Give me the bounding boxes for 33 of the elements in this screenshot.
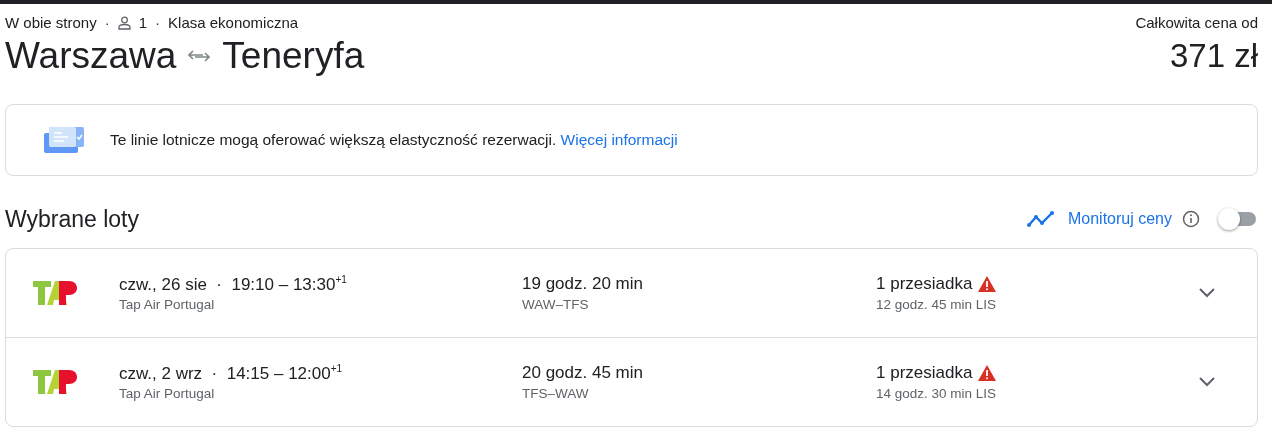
info-text: Te linie lotnicze mogą oferować większą elastyczność rezerwacji. Więcej informacji — [110, 131, 678, 149]
flight-duration: 19 godz. 20 min — [522, 274, 643, 294]
flight-times: czw., 26 sie · 19:10 – 13:30$^{+1}$ — [119, 273, 347, 295]
airline-name: Tap Air Portugal — [119, 386, 215, 402]
passenger-count: 1 — [138, 14, 148, 31]
person-icon — [117, 15, 131, 30]
separator-dot: · — [104, 14, 110, 31]
cabin-class: Klasa ekonomiczna — [168, 14, 299, 31]
track-prices-button[interactable]: Monitoruj ceny — [1026, 210, 1172, 228]
airport-route: WAW–TFS — [522, 297, 589, 312]
airport-route: TFS–WAW — [522, 386, 589, 401]
destination-city: Teneryfa — [222, 35, 365, 77]
more-info-link[interactable]: Więcej informacji — [560, 131, 678, 148]
airline-logo — [33, 370, 77, 394]
trend-line-icon — [1026, 211, 1055, 227]
swap-arrows-icon — [188, 49, 211, 63]
layover-info: 12 godz. 45 min LIS — [876, 297, 997, 312]
price-label: Całkowita cena od — [1135, 14, 1258, 31]
origin-city: Warszawa — [5, 35, 177, 77]
airline-name: Tap Air Portugal — [119, 297, 215, 313]
layover-info: 14 godz. 30 min LIS — [876, 386, 997, 401]
tickets-icon — [44, 127, 84, 153]
separator-dot: · — [155, 14, 161, 31]
flight-duration: 20 godz. 45 min — [522, 363, 643, 383]
total-price: 371 zł — [1169, 37, 1258, 75]
trip-type: W obie strony — [5, 14, 97, 31]
toggle-switch[interactable] — [1218, 208, 1258, 230]
stops-count: 1 przesiadka — [876, 274, 973, 294]
info-icon[interactable] — [1182, 210, 1200, 228]
flight-times: czw., 2 wrz · 14:15 – 12:00$^{+1}$ — [119, 362, 343, 384]
airline-logo — [33, 281, 77, 305]
section-title: Wybrane loty — [5, 205, 139, 233]
stops-count: 1 przesiadka — [876, 363, 973, 383]
